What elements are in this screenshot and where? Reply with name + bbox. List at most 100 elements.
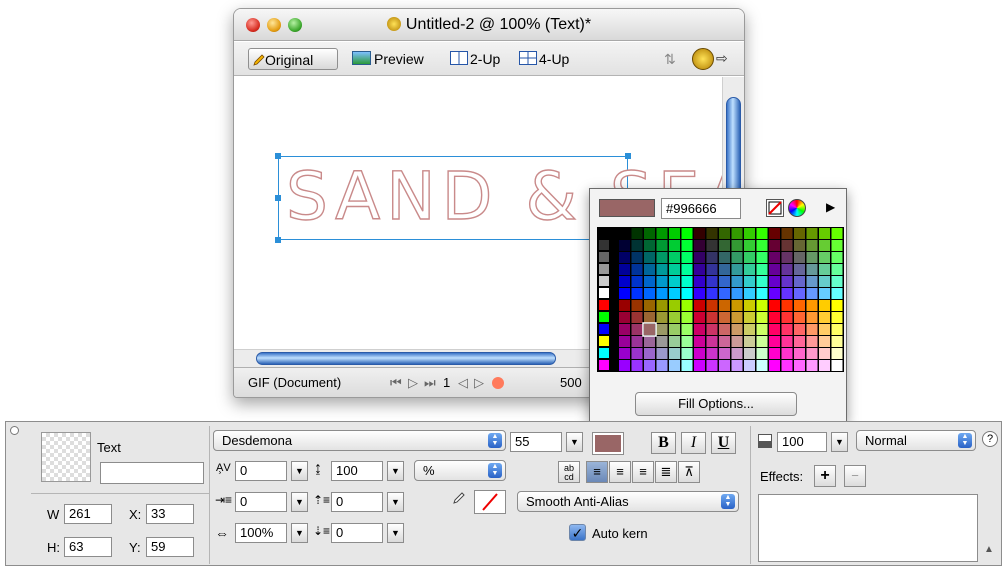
swatch-cell[interactable] bbox=[656, 252, 668, 263]
swatch-cell[interactable] bbox=[656, 264, 668, 275]
effects-list[interactable] bbox=[758, 494, 978, 562]
swatch-cell[interactable] bbox=[631, 312, 643, 323]
swatch-cell[interactable] bbox=[656, 324, 668, 335]
swatch-cell[interactable] bbox=[756, 336, 768, 347]
swatch-cell[interactable] bbox=[656, 348, 668, 359]
swatch-cell[interactable] bbox=[681, 324, 693, 335]
swatch-cell[interactable] bbox=[731, 300, 743, 311]
no-color-icon[interactable] bbox=[766, 199, 784, 217]
swatch-cell[interactable] bbox=[681, 240, 693, 251]
swatch-cell[interactable] bbox=[781, 360, 793, 371]
font-size-dropdown[interactable]: ▼ bbox=[566, 432, 583, 452]
next-frame-icon[interactable]: ▷ bbox=[474, 368, 484, 397]
swatch-cell[interactable] bbox=[719, 336, 730, 347]
swatch-cell[interactable] bbox=[681, 360, 693, 371]
align-center-button[interactable]: ≡ bbox=[609, 461, 631, 483]
swatch-cell[interactable] bbox=[719, 348, 730, 359]
swatch-cell[interactable] bbox=[656, 288, 668, 299]
kerning-field[interactable]: 0 bbox=[235, 461, 287, 481]
swatch-cell[interactable] bbox=[781, 228, 793, 239]
tab-original[interactable]: Original bbox=[248, 48, 338, 70]
selection-handle-ml[interactable] bbox=[275, 195, 281, 201]
swatch-cell[interactable] bbox=[806, 336, 818, 347]
swatch-cell[interactable] bbox=[631, 348, 643, 359]
swatch-cell[interactable] bbox=[806, 312, 818, 323]
swatch-cell[interactable] bbox=[756, 240, 768, 251]
selection-handle-bl[interactable] bbox=[275, 237, 281, 243]
swatch-cell[interactable] bbox=[681, 300, 693, 311]
swatch-cell[interactable] bbox=[781, 300, 793, 311]
italic-button[interactable]: I bbox=[681, 432, 706, 454]
swatch-cell[interactable] bbox=[669, 264, 680, 275]
swatch-cell[interactable] bbox=[694, 336, 705, 347]
swatch-cell[interactable] bbox=[719, 288, 730, 299]
swatch-cell[interactable] bbox=[669, 228, 680, 239]
swatch-cell[interactable] bbox=[694, 360, 705, 371]
swatch-cell[interactable] bbox=[731, 324, 743, 335]
fill-options-button[interactable]: Fill Options... bbox=[635, 392, 797, 416]
blend-mode-select[interactable]: Normal ▲ ▼ bbox=[856, 430, 976, 451]
swatch-cell[interactable] bbox=[644, 360, 655, 371]
swatch-cell[interactable] bbox=[669, 348, 680, 359]
swatch-cell[interactable] bbox=[644, 264, 655, 275]
swatch-cell[interactable] bbox=[781, 240, 793, 251]
swatch-cell[interactable] bbox=[744, 336, 755, 347]
swatch-cell[interactable] bbox=[631, 276, 643, 287]
leading-dropdown[interactable]: ▼ bbox=[387, 461, 404, 481]
auto-kern-checkbox[interactable]: ✓ bbox=[569, 524, 586, 541]
swatch-cell[interactable] bbox=[769, 312, 780, 323]
swatch-cell[interactable] bbox=[669, 336, 680, 347]
swatch-cell[interactable] bbox=[756, 348, 768, 359]
text-orientation-button[interactable]: ab cd bbox=[558, 461, 580, 483]
swatch-cell[interactable] bbox=[694, 324, 705, 335]
swatch-cell[interactable] bbox=[644, 324, 655, 335]
swatch-cell[interactable] bbox=[669, 240, 680, 251]
swatch-cell[interactable] bbox=[619, 348, 630, 359]
swatch-cell[interactable] bbox=[731, 240, 743, 251]
swatch-cell[interactable] bbox=[769, 336, 780, 347]
swatch-cell[interactable] bbox=[656, 300, 668, 311]
swatch-cell[interactable] bbox=[706, 300, 718, 311]
anti-alias-select[interactable]: Smooth Anti-Alias ▲ ▼ bbox=[517, 491, 739, 512]
swatch-cell[interactable] bbox=[631, 252, 643, 263]
swatch-cell[interactable] bbox=[744, 276, 755, 287]
swatch-cell[interactable] bbox=[744, 312, 755, 323]
swatch-cell[interactable] bbox=[831, 312, 843, 323]
swatch-cell[interactable] bbox=[719, 360, 730, 371]
swatch-cell[interactable] bbox=[744, 228, 755, 239]
swatch-cell[interactable] bbox=[631, 264, 643, 275]
swatch-cell[interactable] bbox=[656, 360, 668, 371]
swatch-cell[interactable] bbox=[731, 288, 743, 299]
swatch-cell[interactable] bbox=[644, 288, 655, 299]
swatch-cell[interactable] bbox=[806, 264, 818, 275]
opacity-field[interactable]: 100 bbox=[777, 432, 827, 452]
swatch-cell[interactable] bbox=[819, 264, 830, 275]
swatch-cell[interactable] bbox=[619, 312, 630, 323]
swatch-cell[interactable] bbox=[769, 360, 780, 371]
swatch-cell[interactable] bbox=[599, 336, 609, 346]
swatch-cell[interactable] bbox=[706, 336, 718, 347]
text-color-well[interactable] bbox=[592, 432, 624, 455]
swatch-cell[interactable] bbox=[719, 240, 730, 251]
swatch-cell[interactable] bbox=[599, 288, 609, 298]
fireworks-logo-icon[interactable] bbox=[692, 48, 714, 70]
jump-arrow-icon[interactable]: ⇨ bbox=[716, 50, 728, 67]
swatch-cell[interactable] bbox=[831, 324, 843, 335]
swatch-cell[interactable] bbox=[599, 240, 609, 250]
kerning-dropdown[interactable]: ▼ bbox=[291, 461, 308, 481]
swatch-cell[interactable] bbox=[831, 348, 843, 359]
swatch-cell[interactable] bbox=[619, 264, 630, 275]
swatch-cell[interactable] bbox=[719, 228, 730, 239]
swatch-grid[interactable] bbox=[597, 227, 844, 372]
leading-unit-select[interactable]: % ▲ ▼ bbox=[414, 460, 506, 481]
swatch-cell[interactable] bbox=[694, 252, 705, 263]
swatch-cell[interactable] bbox=[819, 348, 830, 359]
swatch-cell[interactable] bbox=[769, 240, 780, 251]
swatch-cell[interactable] bbox=[794, 360, 805, 371]
swatch-cell[interactable] bbox=[599, 360, 609, 370]
swatch-cell[interactable] bbox=[706, 324, 718, 335]
swatch-cell[interactable] bbox=[831, 336, 843, 347]
swatch-cell[interactable] bbox=[819, 360, 830, 371]
indent-field[interactable]: 0 bbox=[235, 492, 287, 512]
swatch-cell[interactable] bbox=[831, 360, 843, 371]
